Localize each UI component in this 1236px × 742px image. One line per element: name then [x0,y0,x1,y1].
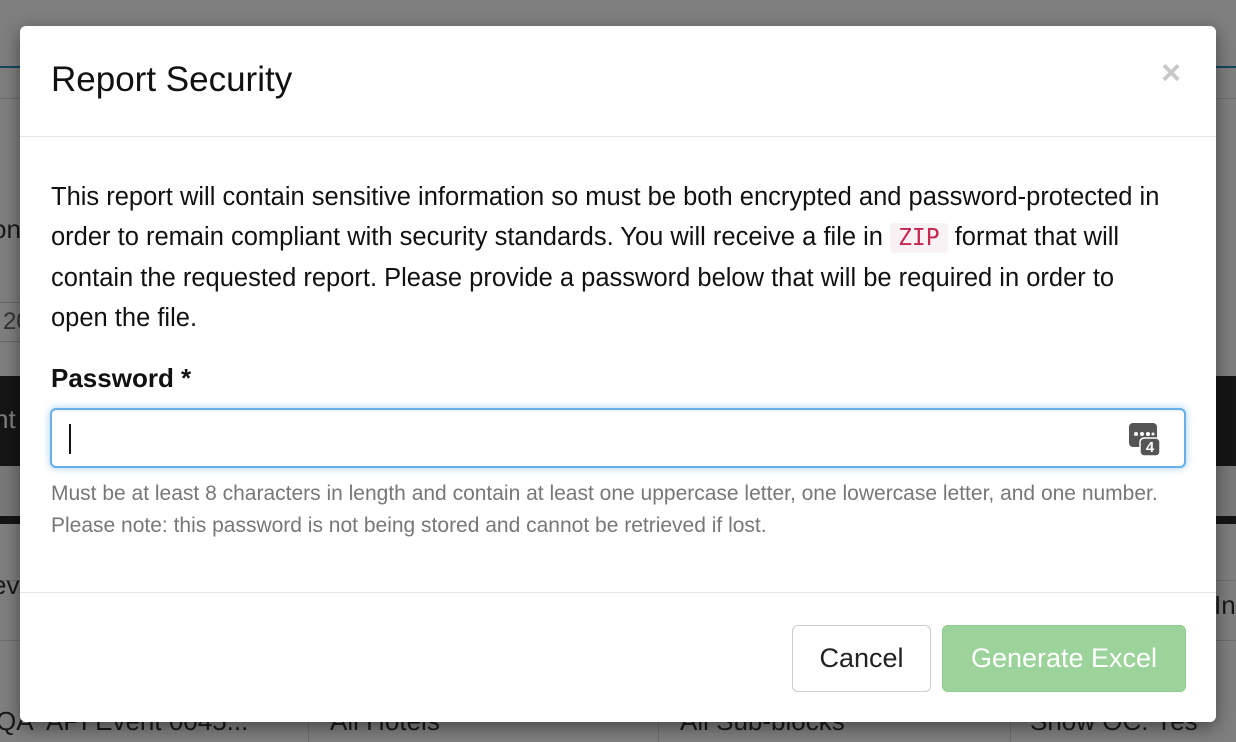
generate-excel-button[interactable]: Generate Excel [942,625,1186,692]
password-input[interactable] [52,410,1184,466]
security-description: This report will contain sensitive infor… [51,177,1171,338]
modal-title: Report Security [51,60,293,99]
password-label: Password * [51,363,192,393]
password-manager-badge: 4 [1146,439,1155,456]
modal-footer: Cancel Generate Excel [20,592,1216,722]
cancel-button[interactable]: Cancel [792,625,931,692]
password-field-wrapper: 4 [50,408,1186,468]
text-caret [69,424,71,454]
report-security-modal: Report Security × This report will conta… [20,26,1216,722]
format-code: ZIP [890,223,948,253]
password-help-text: Must be at least 8 characters in length … [51,482,1158,537]
close-icon[interactable]: × [1156,56,1186,90]
modal-header: Report Security × [20,26,1216,137]
password-manager-icon[interactable]: 4 [1128,422,1160,456]
